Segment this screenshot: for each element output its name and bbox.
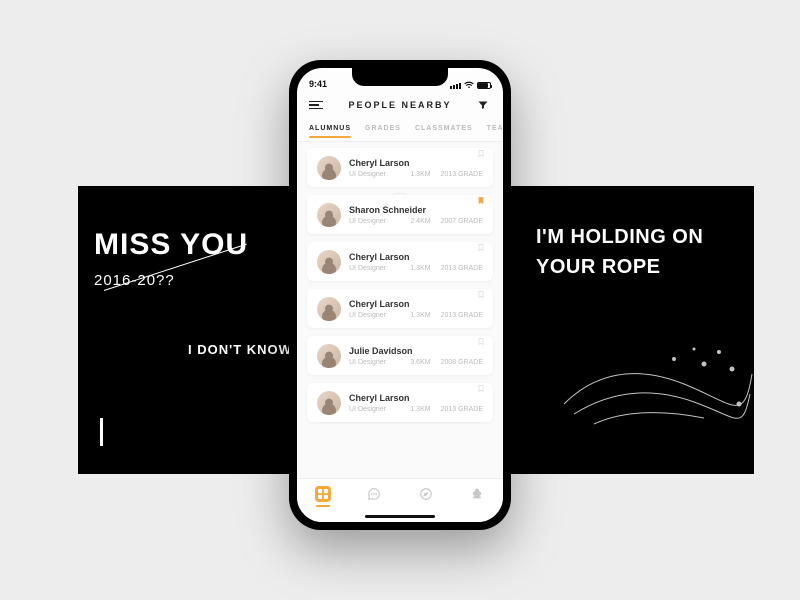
nav-bar: PEOPLE NEARBY <box>297 90 503 120</box>
water-splash-graphic <box>554 314 754 454</box>
promo-left-headline: MISS YOU <box>94 228 248 262</box>
person-name: Cheryl Larson <box>349 252 483 263</box>
tabbar-chat-button[interactable] <box>364 486 384 502</box>
person-grade: 2013 GRADE <box>441 406 483 413</box>
compass-icon <box>418 486 434 502</box>
avatar <box>317 391 341 415</box>
club-icon <box>469 486 485 502</box>
promo-right-line1: I'M HOLDING ON <box>536 226 703 249</box>
promo-panel-right: I'M HOLDING ON YOUR ROPE <box>474 186 754 474</box>
person-role: UI Designer <box>349 406 386 413</box>
person-grade: 2007 GRADE <box>441 218 483 225</box>
person-role: UI Designer <box>349 312 386 319</box>
person-distance: 3.6KM <box>410 359 430 366</box>
avatar <box>317 250 341 274</box>
tab-classmates[interactable]: CLASSMATES <box>415 125 473 137</box>
grid-icon <box>315 486 331 502</box>
person-distance: 1.3KM <box>410 171 430 178</box>
battery-icon <box>477 82 491 89</box>
avatar <box>317 297 341 321</box>
tabbar-compass-button[interactable] <box>416 486 436 502</box>
person-info: Cheryl Larson UI Designer 1.3KM 2013 GRADE <box>349 299 483 320</box>
people-list[interactable]: Cheryl Larson UI Designer 1.3KM 2013 GRADE S… <box>297 142 503 478</box>
person-role: UI Designer <box>349 359 386 366</box>
person-role: UI Designer <box>349 171 386 178</box>
person-info: Cheryl Larson UI Designer 1.3KM 2013 GRADE <box>349 393 483 414</box>
phone-notch <box>352 68 448 86</box>
avatar <box>317 344 341 368</box>
chat-icon <box>366 486 382 502</box>
signal-icon <box>450 83 461 89</box>
category-tabs: ALUMNUS GRADES CLASSMATES TEACHERS <box>297 120 503 142</box>
person-grade: 2013 GRADE <box>441 171 483 178</box>
person-distance: 2.4KM <box>410 218 430 225</box>
person-name: Julie Davidson <box>349 346 483 357</box>
person-name: Cheryl Larson <box>349 299 483 310</box>
promo-left-sub: I DON'T KNOW <box>188 342 292 357</box>
person-role: UI Designer <box>349 265 386 272</box>
bookmark-icon[interactable] <box>477 148 485 159</box>
person-distance: 1.3KM <box>410 312 430 319</box>
promo-right-line2: YOUR ROPE <box>536 256 661 279</box>
person-info: Cheryl Larson UI Designer 1.3KM 2013 GRADE <box>349 252 483 273</box>
avatar <box>317 203 341 227</box>
bookmark-icon[interactable] <box>477 242 485 253</box>
tab-alumnus[interactable]: ALUMNUS <box>309 125 351 137</box>
person-grade: 2008 GRADE <box>441 359 483 366</box>
status-time: 9:41 <box>309 79 327 89</box>
person-name: Cheryl Larson <box>349 393 483 404</box>
person-card[interactable]: Cheryl Larson UI Designer 1.3KM 2013 GRADE <box>307 148 493 187</box>
person-grade: 2013 GRADE <box>441 265 483 272</box>
person-card[interactable]: Sharon Schneider UI Designer 2.4KM 2007 GRA… <box>307 195 493 234</box>
avatar <box>317 156 341 180</box>
phone-screen: 9:41 PEOPLE NEARBY ALUMNUS GRADES CLASSMAT… <box>297 68 503 522</box>
bookmark-icon[interactable] <box>477 336 485 347</box>
person-info: Sharon Schneider UI Designer 2.4KM 2007 GRA… <box>349 205 483 226</box>
person-grade: 2013 GRADE <box>441 312 483 319</box>
person-card[interactable]: Cheryl Larson UI Designer 1.3KM 2013 GRADE <box>307 242 493 281</box>
person-distance: 1.3KM <box>410 265 430 272</box>
person-card[interactable]: Cheryl Larson UI Designer 1.3KM 2013 GRADE <box>307 383 493 422</box>
filter-button[interactable] <box>477 98 491 112</box>
tabbar-grid-button[interactable] <box>313 486 333 507</box>
home-indicator[interactable] <box>365 515 435 518</box>
text-cursor <box>100 418 103 446</box>
person-name: Sharon Schneider <box>349 205 483 216</box>
status-icons <box>450 81 491 89</box>
person-name: Cheryl Larson <box>349 158 483 169</box>
person-info: Julie Davidson UI Designer 3.6KM 2008 GRADE <box>349 346 483 367</box>
person-card[interactable]: Cheryl Larson UI Designer 1.3KM 2013 GRADE <box>307 289 493 328</box>
tab-grades[interactable]: GRADES <box>365 125 401 137</box>
person-info: Cheryl Larson UI Designer 1.3KM 2013 GRADE <box>349 158 483 179</box>
person-card[interactable]: Julie Davidson UI Designer 3.6KM 2008 GRADE <box>307 336 493 375</box>
menu-button[interactable] <box>309 98 323 112</box>
phone-frame: 9:41 PEOPLE NEARBY ALUMNUS GRADES CLASSMAT… <box>289 60 511 530</box>
tab-teachers[interactable]: TEACHERS <box>487 125 503 137</box>
tabbar-club-button[interactable] <box>467 486 487 502</box>
bookmark-icon[interactable] <box>477 195 485 206</box>
person-role: UI Designer <box>349 218 386 225</box>
bookmark-icon[interactable] <box>477 383 485 394</box>
page-title: PEOPLE NEARBY <box>348 100 451 110</box>
bookmark-icon[interactable] <box>477 289 485 300</box>
person-distance: 1.3KM <box>410 406 430 413</box>
wifi-icon <box>464 81 474 89</box>
